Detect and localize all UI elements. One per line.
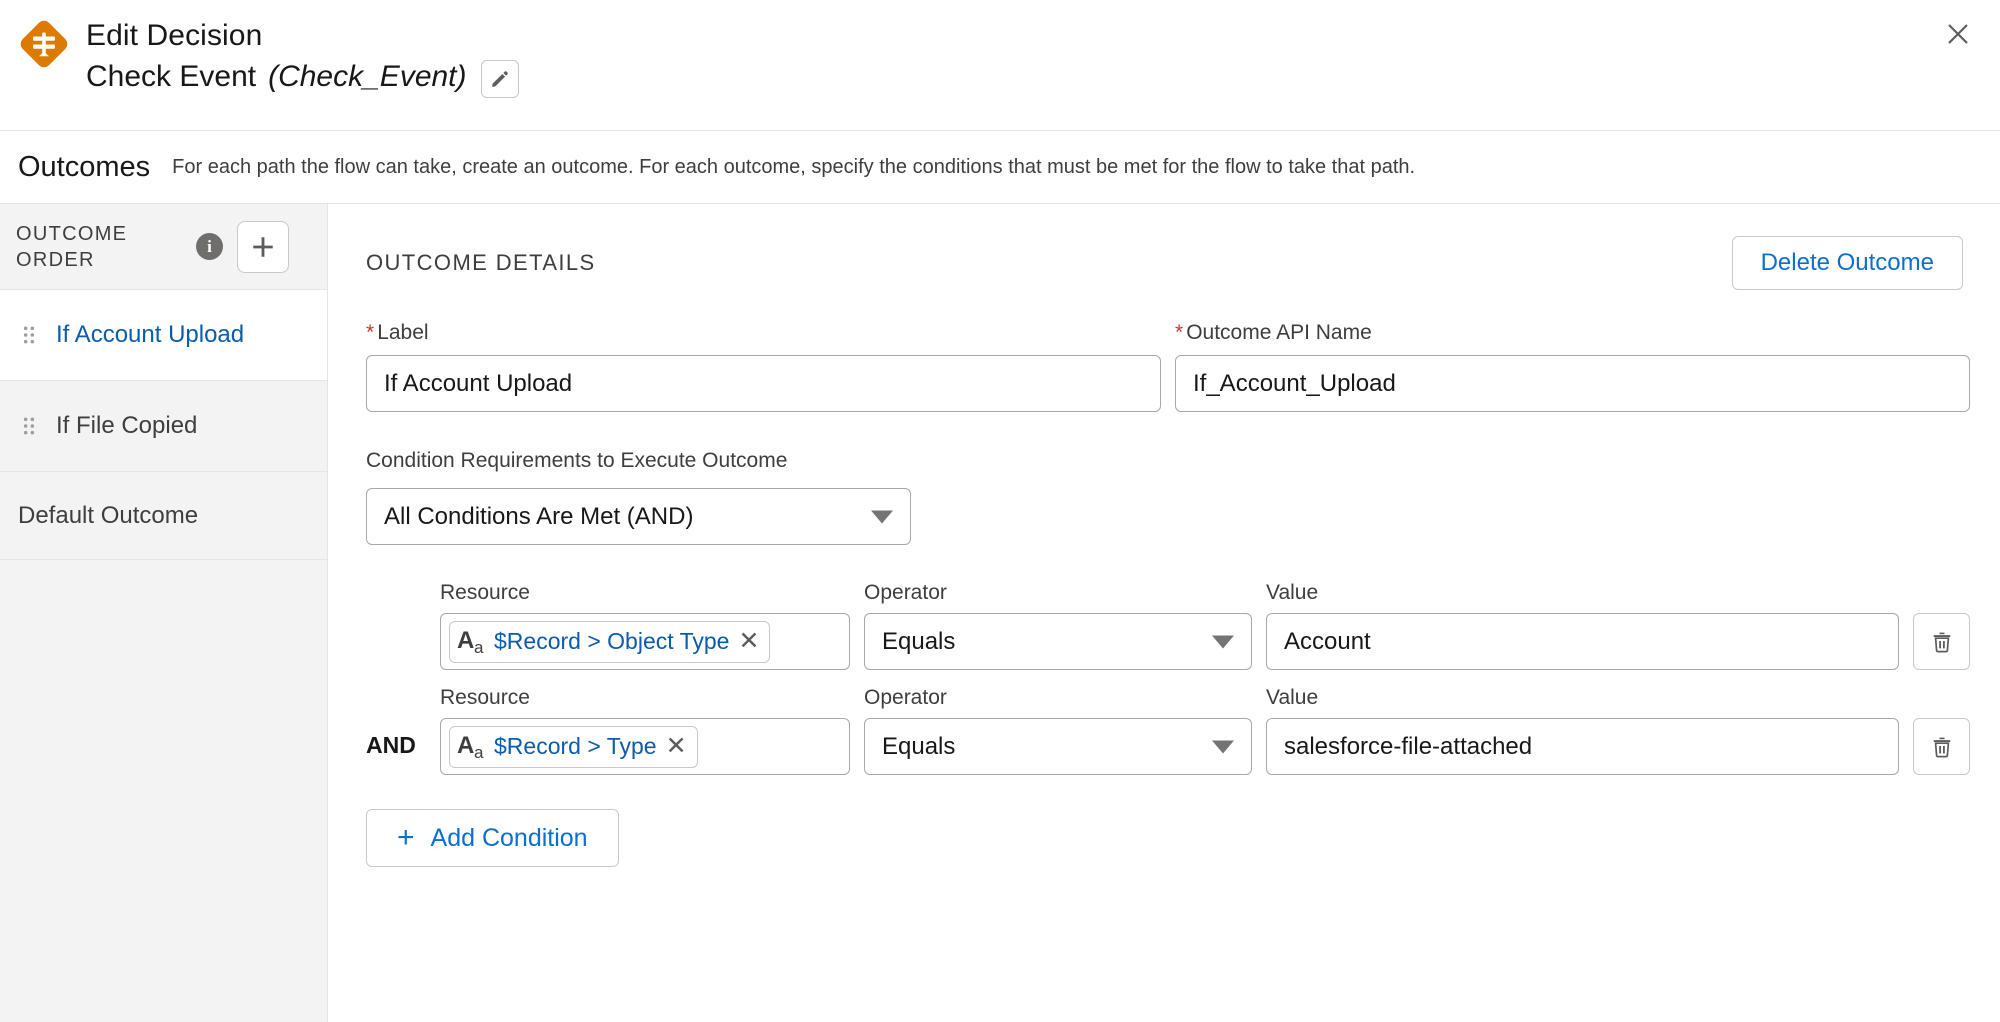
remove-pill-icon[interactable]: ✕	[736, 629, 761, 654]
logic-operator-label: AND	[366, 732, 416, 758]
label-input[interactable]	[366, 355, 1161, 412]
condition-requirements-select-wrap: All Conditions Are Met (AND)	[366, 488, 911, 545]
operator-selected-value: Equals	[882, 732, 956, 760]
add-outcome-button[interactable]	[237, 220, 289, 273]
resource-pill[interactable]: Aa $Record > Type ✕	[449, 725, 698, 768]
required-marker: *	[1175, 321, 1184, 344]
header-titles: Edit Decision Check Event (Check_Event)	[86, 14, 519, 98]
resource-column-header: Resource	[440, 686, 530, 709]
condition-requirements-label: Condition Requirements to Execute Outcom…	[366, 449, 788, 472]
condition-value-cell: Value	[1266, 686, 1899, 775]
condition-value-cell: Value	[1266, 581, 1899, 670]
condition-operator-cell: Operator Equals	[864, 581, 1252, 670]
condition-resource-cell: Resource Aa $Record > Object Type ✕	[440, 581, 850, 670]
drag-handle-icon[interactable]	[18, 411, 40, 441]
resource-pill[interactable]: Aa $Record > Object Type ✕	[449, 620, 771, 663]
outcome-details-title: OUTCOME DETAILS	[366, 250, 596, 275]
outcome-order-sidebar: OUTCOME ORDER i If Account Upload If Fil…	[0, 204, 328, 1022]
operator-select-wrap: Equals	[864, 613, 1252, 670]
plus-icon: +	[397, 821, 415, 854]
drag-handle-icon[interactable]	[18, 320, 40, 350]
sidebar-item-default-outcome[interactable]: Default Outcome	[0, 472, 327, 560]
element-label: Check Event	[86, 60, 257, 93]
sidebar-item-if-account-upload[interactable]: If Account Upload	[0, 290, 327, 381]
element-api-name: (Check_Event)	[268, 60, 467, 93]
conditions-list: Resource Aa $Record > Object Type ✕ Oper…	[366, 581, 1970, 775]
condition-row: AND Resource Aa $Record > Type ✕ Operato…	[366, 686, 1970, 775]
resource-pill-text: $Record > Object Type	[494, 628, 730, 654]
label-field-label: * Label	[366, 320, 1161, 346]
operator-select[interactable]: Equals	[864, 718, 1252, 775]
decision-diamond-icon	[18, 18, 70, 70]
condition-requirements-select[interactable]: All Conditions Are Met (AND)	[366, 488, 911, 545]
outcome-api-name-input[interactable]	[1175, 355, 1970, 412]
section-title: Outcomes	[18, 150, 151, 183]
sidebar-item-label: If File Copied	[56, 412, 198, 439]
text-type-icon: Aa	[457, 731, 484, 762]
element-name-row: Check Event (Check_Event)	[86, 56, 519, 98]
condition-row: Resource Aa $Record > Object Type ✕ Oper…	[426, 581, 1970, 670]
sidebar-header: OUTCOME ORDER i	[0, 204, 327, 290]
operator-column-header: Operator	[864, 686, 947, 709]
operator-selected-value: Equals	[882, 627, 956, 655]
label-text: Label	[377, 321, 429, 344]
dialog-title: Edit Decision	[86, 19, 263, 52]
sidebar-item-label: Default Outcome	[18, 501, 199, 529]
operator-select-wrap: Equals	[864, 718, 1252, 775]
pencil-icon[interactable]	[480, 60, 519, 98]
close-icon[interactable]	[1938, 14, 1978, 54]
name-fields-row: *Label *Outcome API Name	[366, 320, 1970, 412]
resource-combobox[interactable]: Aa $Record > Type ✕	[440, 718, 850, 775]
api-name-field-group: * Outcome API Name	[1175, 320, 1970, 412]
condition-operator-cell: Operator Equals	[864, 686, 1252, 775]
remove-pill-icon[interactable]: ✕	[664, 734, 689, 759]
sidebar-item-label: If Account Upload	[56, 321, 245, 348]
resource-pill-text: $Record > Type	[494, 733, 657, 759]
outcome-details-panel: OUTCOME DETAILS Delete Outcome *Label *O…	[328, 204, 2000, 1022]
condition-value-input[interactable]	[1266, 718, 1899, 775]
body-split: OUTCOME ORDER i If Account Upload If Fil…	[0, 204, 2000, 1022]
modal-header: Edit Decision Check Event (Check_Event)	[0, 0, 2000, 131]
operator-select[interactable]: Equals	[864, 613, 1252, 670]
info-icon[interactable]: i	[196, 233, 223, 260]
delete-condition-button[interactable]	[1913, 613, 1970, 670]
text-type-icon: Aa	[457, 626, 484, 657]
resource-column-header: Resource	[440, 581, 530, 604]
value-column-header: Value	[1266, 581, 1319, 604]
add-condition-label: Add Condition	[430, 823, 588, 852]
required-marker: *	[366, 321, 375, 344]
condition-resource-cell: Resource Aa $Record > Type ✕	[440, 686, 850, 775]
outcomes-section-bar: Outcomes For each path the flow can take…	[0, 131, 2000, 204]
section-description: For each path the flow can take, create …	[172, 156, 1416, 178]
delete-condition-button[interactable]	[1913, 718, 1970, 775]
condition-value-input[interactable]	[1266, 613, 1899, 670]
delete-outcome-button[interactable]: Delete Outcome	[1731, 236, 1963, 290]
sidebar-title: OUTCOME ORDER	[16, 222, 128, 271]
sidebar-item-if-file-copied[interactable]: If File Copied	[0, 381, 327, 472]
outcome-details-header: OUTCOME DETAILS Delete Outcome	[366, 204, 1970, 290]
label-text: Outcome API Name	[1186, 321, 1372, 344]
operator-column-header: Operator	[864, 581, 947, 604]
value-column-header: Value	[1266, 686, 1319, 709]
label-field-group: * Label	[366, 320, 1161, 412]
condition-requirements-selected-value: All Conditions Are Met (AND)	[384, 502, 694, 530]
resource-combobox[interactable]: Aa $Record > Object Type ✕	[440, 613, 850, 670]
add-condition-button[interactable]: + Add Condition	[366, 809, 619, 867]
api-name-field-label: * Outcome API Name	[1175, 320, 1970, 346]
